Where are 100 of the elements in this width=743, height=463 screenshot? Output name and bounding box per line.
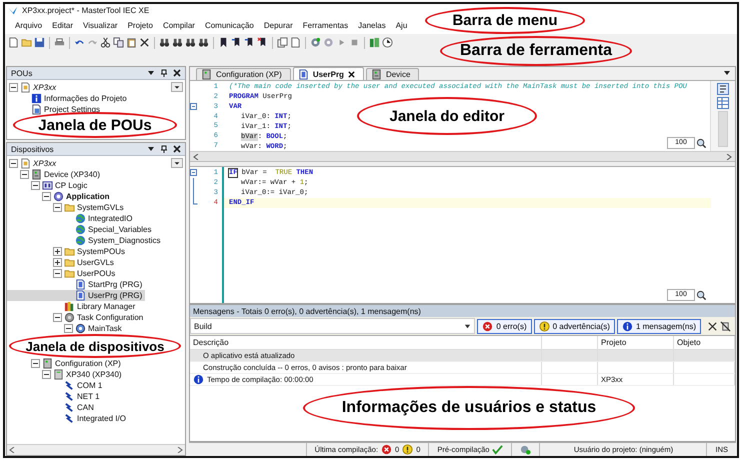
globe-icon — [75, 224, 86, 235]
menu-item[interactable]: Depurar — [264, 21, 293, 30]
tree-item[interactable]: SystemGVLs — [7, 202, 127, 213]
horizontal-scrollbar[interactable] — [7, 444, 185, 455]
column-header[interactable]: Projeto — [598, 336, 674, 349]
fold-minus-icon[interactable] — [190, 102, 198, 112]
minus-box-icon[interactable] — [53, 313, 62, 322]
filter-button[interactable]: 0 advertência(s) — [534, 318, 615, 334]
minus-box-icon[interactable] — [53, 269, 62, 278]
callout: Janela do editor — [357, 97, 537, 135]
build-icon[interactable] — [369, 37, 380, 48]
crossed-pages-icon[interactable] — [720, 320, 731, 332]
binoculars-icon[interactable] — [172, 37, 183, 48]
menu-item[interactable]: Janelas — [358, 21, 386, 30]
clock-icon[interactable] — [382, 37, 393, 48]
new-page-icon[interactable] — [290, 37, 301, 48]
bookmark-icon[interactable] — [218, 37, 229, 48]
pin-icon[interactable] — [160, 145, 168, 153]
column-header[interactable]: Objeto — [674, 336, 735, 349]
binoculars-icon[interactable] — [159, 37, 170, 48]
tree-item[interactable]: UserPOUs — [7, 268, 118, 279]
copy-icon[interactable] — [113, 37, 124, 48]
tree-item[interactable]: Application — [7, 191, 113, 202]
menu-item[interactable]: Visualizar — [83, 21, 118, 30]
tree-item[interactable]: Configuration (XP) — [7, 358, 124, 369]
new-page-icon[interactable] — [8, 37, 19, 48]
tree-item[interactable]: XP3xx — [7, 158, 60, 169]
tree-item[interactable]: CAN — [7, 402, 97, 413]
folder-icon[interactable] — [21, 37, 32, 48]
minus-box-icon[interactable] — [42, 370, 51, 379]
vertical-scrollbar[interactable] — [718, 111, 728, 147]
clipboard-icon[interactable] — [126, 37, 137, 48]
bookmark-arrow-icon[interactable] — [231, 37, 242, 48]
dropdown-arrow-icon[interactable] — [147, 69, 155, 77]
tree-item[interactable]: System_Diagnostics — [7, 235, 164, 246]
tree-item[interactable]: NET 1 — [7, 391, 103, 402]
dropdown-field[interactable]: Build — [190, 318, 476, 334]
close-icon[interactable] — [348, 70, 355, 78]
close-icon[interactable] — [173, 69, 181, 77]
tree-item[interactable]: COM 1 — [7, 380, 106, 391]
tree-item[interactable]: IntegratedIO — [7, 213, 136, 224]
menu-item[interactable]: Editar — [52, 21, 74, 30]
filter-button[interactable]: 1 mensagem(ns) — [616, 318, 701, 334]
minus-box-icon[interactable] — [9, 83, 18, 92]
minus-box-icon[interactable] — [64, 324, 73, 333]
minus-box-icon[interactable] — [9, 159, 18, 168]
minus-box-icon[interactable] — [31, 359, 40, 368]
bookmark-delete-icon[interactable] — [257, 37, 268, 48]
tree-item[interactable]: Special_Variables — [7, 224, 154, 235]
tree-item[interactable]: Integrated I/O — [7, 413, 129, 424]
binoculars-icon[interactable] — [185, 37, 196, 48]
plus-box-icon[interactable] — [53, 247, 62, 256]
horizontal-scrollbar[interactable] — [190, 152, 735, 162]
tree-item[interactable]: UserGVLs — [7, 257, 117, 268]
dropdown-button[interactable] — [171, 82, 183, 92]
text-view-icon[interactable] — [717, 83, 729, 95]
bookmark-arrow-icon[interactable] — [244, 37, 255, 48]
tab[interactable]: Device — [366, 68, 420, 80]
table-view-icon[interactable] — [717, 97, 729, 109]
column-header[interactable]: Descrição — [190, 336, 542, 349]
tree-item[interactable]: StartPrg (PRG) — [7, 279, 146, 290]
fold-minus-icon[interactable] — [190, 168, 198, 178]
tree-item[interactable]: Task Configuration — [7, 312, 146, 323]
pin-icon[interactable] — [160, 69, 168, 77]
dropdown-arrow-icon[interactable] — [723, 69, 731, 77]
menu-item[interactable]: Projeto — [128, 21, 153, 30]
scissors-icon[interactable] — [100, 37, 111, 48]
tree-item[interactable]: Library Manager — [7, 301, 138, 312]
menu-item[interactable]: Arquivo — [15, 21, 42, 30]
tree-item[interactable]: Device (XP340) — [7, 169, 104, 180]
folder-icon — [64, 257, 75, 268]
magnifier-icon[interactable] — [696, 290, 707, 300]
binoculars-icon[interactable] — [198, 37, 209, 48]
tab[interactable]: UserPrg — [292, 67, 364, 80]
tree-item[interactable]: Informações do Projeto — [7, 93, 130, 104]
tree-item[interactable]: MainTask — [7, 323, 125, 334]
minus-box-icon[interactable] — [20, 170, 29, 179]
tree-item[interactable]: CP Logic — [7, 180, 90, 191]
minus-box-icon[interactable] — [53, 203, 62, 212]
minus-box-icon[interactable] — [31, 181, 40, 190]
filter-button[interactable]: 0 erro(s) — [477, 318, 532, 334]
delete-cross-icon[interactable] — [139, 37, 150, 48]
tree-item[interactable]: UserPrg (PRG) — [7, 290, 146, 301]
dropdown-button[interactable] — [171, 158, 183, 168]
menu-item[interactable]: Comunicação — [204, 21, 254, 30]
minus-box-icon[interactable] — [42, 192, 51, 201]
dropdown-arrow-icon[interactable] — [147, 145, 155, 153]
close-icon[interactable] — [173, 145, 181, 153]
tree-item[interactable]: SystemPOUs — [7, 246, 128, 257]
tree-item[interactable]: XP340 (XP340) — [7, 369, 125, 380]
plus-box-icon[interactable] — [53, 258, 62, 267]
printer-icon[interactable] — [54, 37, 65, 48]
tab[interactable]: Configuration (XP) — [196, 68, 291, 80]
pages-icon[interactable] — [277, 37, 288, 48]
menu-item[interactable]: Compilar — [162, 21, 195, 30]
magnifier-icon[interactable] — [696, 138, 707, 148]
clear-cross-icon[interactable] — [707, 320, 718, 332]
menu-item[interactable]: Ferramentas — [302, 21, 348, 30]
tree-item[interactable]: XP3xx — [7, 82, 60, 93]
menu-item[interactable]: Aju — [396, 21, 408, 30]
